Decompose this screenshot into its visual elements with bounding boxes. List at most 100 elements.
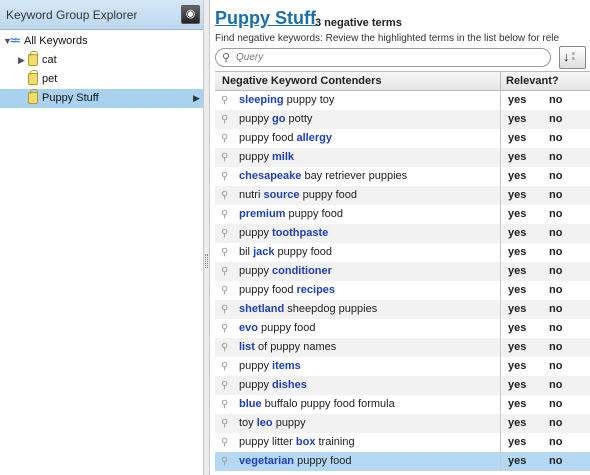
magnifier-icon[interactable]: ⚲ — [221, 319, 228, 338]
no-option[interactable]: no — [549, 205, 562, 224]
table-row[interactable]: ⚲ puppy milk yes no — [215, 148, 590, 167]
yes-option[interactable]: yes — [508, 319, 526, 338]
yes-option[interactable]: yes — [508, 205, 526, 224]
no-option[interactable]: no — [549, 300, 562, 319]
magnifier-icon[interactable]: ⚲ — [221, 338, 228, 357]
expand-right-icon[interactable]: ▶ — [18, 51, 25, 70]
no-option[interactable]: no — [549, 262, 562, 281]
yes-option[interactable]: yes — [508, 357, 526, 376]
magnifier-icon[interactable]: ⚲ — [221, 433, 228, 452]
yes-option[interactable]: yes — [508, 91, 526, 110]
keyword-text: puppy milk — [239, 148, 294, 167]
table-row[interactable]: ⚲ bil jack puppy food yes no — [215, 243, 590, 262]
keyword-suffix: buffalo puppy food formula — [261, 398, 395, 410]
search-box[interactable]: ⚲ — [215, 48, 551, 67]
table-row[interactable]: ⚲ shetland sheepdog puppies yes no — [215, 300, 590, 319]
magnifier-icon[interactable]: ⚲ — [221, 205, 228, 224]
no-option[interactable]: no — [549, 338, 562, 357]
yes-option[interactable]: yes — [508, 281, 526, 300]
magnifier-icon[interactable]: ⚲ — [221, 300, 228, 319]
table-row[interactable]: ⚲ list of puppy names yes no — [215, 338, 590, 357]
table-row[interactable]: ⚲ puppy dishes yes no — [215, 376, 590, 395]
no-option[interactable]: no — [549, 243, 562, 262]
table-row[interactable]: ⚲ premium puppy food yes no — [215, 205, 590, 224]
yes-option[interactable]: yes — [508, 433, 526, 452]
magnifier-icon[interactable]: ⚲ — [221, 395, 228, 414]
yes-option[interactable]: yes — [508, 414, 526, 433]
magnifier-icon[interactable]: ⚲ — [221, 357, 228, 376]
splitter-grip-icon[interactable] — [205, 254, 208, 268]
table-row[interactable]: ⚲ evo puppy food yes no — [215, 319, 590, 338]
keywords-wave-icon: ≈≈ — [10, 35, 20, 47]
no-option[interactable]: no — [549, 433, 562, 452]
yes-option[interactable]: yes — [508, 167, 526, 186]
tree-item-cat[interactable]: ▶ cat — [0, 51, 203, 70]
no-option[interactable]: no — [549, 357, 562, 376]
magnifier-icon[interactable]: ⚲ — [221, 224, 228, 243]
table-row[interactable]: ⚲ toy leo puppy yes no — [215, 414, 590, 433]
magnifier-icon[interactable]: ⚲ — [221, 281, 228, 300]
no-option[interactable]: no — [549, 414, 562, 433]
no-option[interactable]: no — [549, 148, 562, 167]
table-row[interactable]: ⚲ vegetarian puppy food yes no — [215, 452, 590, 471]
no-option[interactable]: no — [549, 129, 562, 148]
table-row[interactable]: ⚲ chesapeake bay retriever puppies yes no — [215, 167, 590, 186]
yes-option[interactable]: yes — [508, 243, 526, 262]
binoculars-icon[interactable]: ◉ — [181, 5, 200, 24]
column-header-relevant[interactable]: Relevant? — [506, 75, 559, 87]
yes-option[interactable]: yes — [508, 148, 526, 167]
group-title-link[interactable]: Puppy Stuff — [215, 8, 316, 29]
yes-option[interactable]: yes — [508, 186, 526, 205]
table-row[interactable]: ⚲ puppy conditioner yes no — [215, 262, 590, 281]
yes-option[interactable]: yes — [508, 262, 526, 281]
magnifier-icon[interactable]: ⚲ — [221, 452, 228, 471]
tree-item-puppy-stuff[interactable]: Puppy Stuff ▶ — [0, 89, 203, 108]
table-row[interactable]: ⚲ puppy food recipes yes no — [215, 281, 590, 300]
table-row[interactable]: ⚲ puppy food allergy yes no — [215, 129, 590, 148]
table-row[interactable]: ⚲ puppy go potty yes no — [215, 110, 590, 129]
table-row[interactable]: ⚲ nutri source puppy food yes no — [215, 186, 590, 205]
magnifier-icon[interactable]: ⚲ — [221, 414, 228, 433]
tree-item-pet[interactable]: pet — [0, 70, 203, 89]
magnifier-icon[interactable]: ⚲ — [221, 148, 228, 167]
keyword-prefix: puppy — [239, 265, 273, 277]
no-option[interactable]: no — [549, 395, 562, 414]
highlighted-term: leo — [256, 417, 273, 429]
highlighted-term: shetland — [239, 303, 285, 315]
table-row[interactable]: ⚲ sleeping puppy toy yes no — [215, 91, 590, 110]
no-option[interactable]: no — [549, 167, 562, 186]
magnifier-icon[interactable]: ⚲ — [221, 243, 228, 262]
table-row[interactable]: ⚲ puppy toothpaste yes no — [215, 224, 590, 243]
yes-option[interactable]: yes — [508, 452, 526, 471]
no-option[interactable]: no — [549, 281, 562, 300]
table-row[interactable]: ⚲ puppy items yes no — [215, 357, 590, 376]
table-row[interactable]: ⚲ puppy litter box training yes no — [215, 433, 590, 452]
yes-option[interactable]: yes — [508, 129, 526, 148]
magnifier-icon[interactable]: ⚲ — [221, 129, 228, 148]
splitter[interactable] — [203, 0, 210, 475]
no-option[interactable]: no — [549, 110, 562, 129]
yes-option[interactable]: yes — [508, 300, 526, 319]
magnifier-icon[interactable]: ⚲ — [221, 167, 228, 186]
yes-option[interactable]: yes — [508, 338, 526, 357]
column-header-keyword[interactable]: Negative Keyword Contenders — [222, 75, 382, 87]
yes-option[interactable]: yes — [508, 224, 526, 243]
magnifier-icon[interactable]: ⚲ — [221, 262, 228, 281]
yes-option[interactable]: yes — [508, 376, 526, 395]
yes-option[interactable]: yes — [508, 395, 526, 414]
magnifier-icon[interactable]: ⚲ — [221, 110, 228, 129]
tree-item-all-keywords[interactable]: ▼ ≈≈ All Keywords — [0, 32, 203, 51]
table-row[interactable]: ⚲ blue buffalo puppy food formula yes no — [215, 395, 590, 414]
search-input[interactable] — [236, 51, 536, 64]
no-option[interactable]: no — [549, 319, 562, 338]
yes-option[interactable]: yes — [508, 110, 526, 129]
magnifier-icon[interactable]: ⚲ — [221, 91, 228, 110]
no-option[interactable]: no — [549, 91, 562, 110]
no-option[interactable]: no — [549, 186, 562, 205]
no-option[interactable]: no — [549, 452, 562, 471]
no-option[interactable]: no — [549, 224, 562, 243]
magnifier-icon[interactable]: ⚲ — [221, 186, 228, 205]
sort-button[interactable]: ↓ ≡ ≡ — [559, 46, 586, 69]
magnifier-icon[interactable]: ⚲ — [221, 376, 228, 395]
no-option[interactable]: no — [549, 376, 562, 395]
